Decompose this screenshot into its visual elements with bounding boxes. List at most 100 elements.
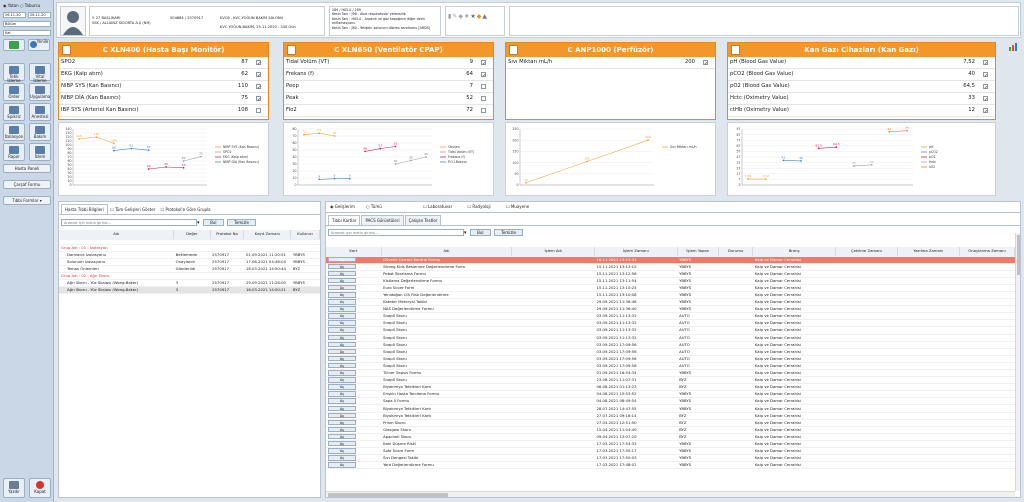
chevron-down-icon[interactable]: ▾ [197, 220, 200, 226]
right-search-button[interactable]: Bul [470, 229, 491, 236]
open-button[interactable]: Aç [328, 284, 356, 291]
chart-settings-icon[interactable] [1008, 42, 1020, 52]
date-to-input[interactable]: 26.11.20 [28, 12, 51, 18]
right-clear-button[interactable]: Temizle [494, 229, 523, 236]
sidebar-button-3[interactable]: Uygulama [29, 83, 51, 101]
open-button[interactable]: Aç [328, 270, 356, 277]
patient-panel-button[interactable]: Hasta Paneli [3, 164, 51, 173]
table-row[interactable]: Solunum İzolasyonu Onaylandı 2570917 17.06.… [59, 258, 320, 266]
table-row[interactable]: Aç Yara Değerlendirme Formu 17.03.2021 17:… [326, 461, 1015, 470]
measurement-checkbox[interactable] [256, 71, 261, 82]
left-search-input[interactable]: Aramak için metin giriniz... [61, 219, 197, 226]
table-row[interactable]: Aç Biyokimya Tetkikleri Kartı 27.07.2021 0… [326, 412, 1015, 420]
tab-patient-medical-info[interactable]: Hasta Tıbbi Bilgileri [61, 204, 108, 214]
sidebar-button-2[interactable]: Order [3, 83, 25, 101]
measurement-checkbox[interactable] [983, 107, 988, 118]
table-row[interactable]: Ağrı Skoru - Yüz Skalası (Wong-Baker) 3 25… [59, 279, 320, 288]
print-button[interactable]: Yazdır [3, 478, 25, 498]
open-button[interactable]: Aç [328, 455, 356, 461]
table-row[interactable]: Damlacık İzolasyonu Beklemede 2570917 01.09… [59, 251, 320, 259]
column-header[interactable]: İşlem Adı [511, 247, 595, 257]
open-button[interactable]: Aç [328, 462, 356, 468]
open-button[interactable]: Aç [328, 327, 356, 333]
sidebar-button-1[interactable]: Vital İzleme [29, 63, 51, 83]
measurement-checkbox[interactable] [481, 71, 486, 82]
measurement-checkbox[interactable] [256, 108, 261, 113]
measurement-checkbox[interactable] [481, 84, 486, 89]
table-row[interactable]: Aç ApacheII Skoru 09.04.2021 13:07:20 BYZ Ka… [326, 433, 1015, 441]
open-button[interactable]: Aç [328, 292, 356, 298]
measurement-checkbox[interactable] [256, 83, 261, 94]
radio-all[interactable]: ○ Tümü [366, 204, 382, 209]
refresh-button[interactable]: Yenile [28, 39, 50, 51]
left-clear-button[interactable]: Temizle [227, 219, 256, 226]
column-header[interactable]: Protokol No [210, 230, 245, 240]
chevron-down-icon[interactable]: ▾ [464, 230, 467, 236]
open-button[interactable]: Aç [328, 426, 356, 433]
measurement-checkbox[interactable] [256, 95, 261, 106]
table-row[interactable]: Aç SnapII Skoru 03.09.2021 11:13:32 AUTO Kal… [326, 319, 1015, 328]
back-button[interactable] [3, 39, 25, 51]
table-row[interactable]: Aç SnapII Skoru 03.09.2021 17:09:56 AUTO Kal… [326, 348, 1015, 356]
open-button[interactable]: Aç [328, 334, 356, 341]
column-header[interactable]: Kayıt Zamanı [243, 230, 292, 240]
measurement-checkbox[interactable] [256, 59, 261, 70]
open-button[interactable]: Aç [328, 377, 356, 383]
table-row[interactable]: Aç SnapII Skoru 03.09.2021 11:13:32 AUTO Kal… [326, 326, 1015, 335]
table-row[interactable]: Aç Prism Skoru 27.04.2021 12:51:50 BYZ Kalp … [326, 419, 1015, 427]
column-header[interactable]: Onaylanma Zamanı [959, 247, 1015, 257]
column-header[interactable]: Adı [381, 247, 513, 257]
table-row[interactable]: Aç Güvenli Cerrahi Kontrol Formu 16.11.202… [326, 256, 1015, 264]
measurement-checkbox[interactable] [983, 95, 988, 106]
measurement-checkbox[interactable] [983, 83, 988, 94]
open-button[interactable]: Aç [328, 256, 356, 263]
horizontal-scrollbar[interactable] [326, 491, 1015, 497]
open-button[interactable]: Aç [328, 412, 356, 419]
left-search-button[interactable]: Bul [203, 219, 224, 226]
sidebar-button-9[interactable]: İzlem [29, 143, 51, 161]
floor-input[interactable]: Kat [3, 30, 51, 36]
sidebar-button-6[interactable]: İzolasyon [3, 123, 25, 141]
column-header[interactable]: Adı [59, 230, 175, 240]
table-row[interactable]: Aç Kistlama Değerlendirme Formu 15.11.2021… [326, 277, 1015, 285]
exit-button[interactable]: Kapat [29, 478, 51, 498]
tab-0[interactable]: Tıbbi Kartlar [328, 215, 361, 225]
table-row[interactable]: Aç İtaki Düşme Riski 17.03.2021 17:54:33 YB… [326, 440, 1015, 449]
open-button[interactable]: Aç [328, 362, 356, 369]
table-row[interactable]: Aç Tiliner Sepsis Formu 01.09.2021 16:54:3… [326, 369, 1015, 378]
open-button[interactable]: Aç [328, 391, 356, 397]
table-row[interactable]: Aç Sofa Score Form 17.03.2021 17:50:17 YBBY… [326, 447, 1015, 456]
open-button[interactable]: Aç [328, 419, 356, 426]
open-button[interactable]: Aç [328, 370, 356, 376]
table-row[interactable]: Aç Euro Score Form 15.11.2021 13:10:25 YBBY… [326, 284, 1015, 292]
table-row[interactable]: Aç SnapII Skoru 03.09.2021 17:09:56 AUTO Kal… [326, 355, 1015, 363]
open-button[interactable]: Aç [328, 299, 356, 305]
table-row[interactable]: Aç Biyokimya Tetkikleri Kartı 28.07.2021 1… [326, 404, 1015, 413]
open-button[interactable]: Aç [328, 384, 356, 390]
open-button[interactable]: Aç [328, 320, 356, 326]
open-button[interactable]: Aç [328, 440, 356, 447]
open-button[interactable]: Aç [328, 277, 356, 284]
radio-discharged[interactable]: ○ Taburcu [20, 3, 40, 8]
open-button[interactable]: Aç [328, 398, 356, 404]
table-row[interactable]: Aç Kateter Meteryal Takibi 29.09.2021 11:3… [326, 298, 1015, 307]
examination-checkbox[interactable]: ☐ Muayene [506, 204, 529, 209]
measurement-checkbox[interactable] [703, 59, 708, 70]
open-button[interactable]: Aç [328, 306, 356, 312]
measurement-checkbox[interactable] [481, 59, 486, 70]
open-button[interactable]: Aç [328, 348, 356, 355]
show-all-visits-checkbox[interactable]: ☐ Tüm Gelişleri Göster [110, 207, 155, 212]
open-button[interactable]: Aç [328, 341, 356, 348]
column-header[interactable]: Kart [326, 247, 382, 257]
group-row[interactable]: Grup Adı : 02 - Ağrı Skoru [59, 272, 320, 280]
vertical-scrollbar[interactable] [1015, 233, 1020, 491]
measurement-checkbox[interactable] [481, 108, 486, 113]
table-row[interactable]: Aç SnapII Skoru 03.09.2021 17:09:56 AUTO Kal… [326, 341, 1015, 349]
column-header[interactable]: Değer [173, 230, 211, 240]
radio-my-visits[interactable]: ◉ Gelişlerim [330, 204, 355, 209]
sidebar-button-4[interactable]: Epikriz [3, 103, 25, 121]
laboratory-checkbox[interactable]: ☐ Laboratuvar [423, 204, 452, 209]
measurement-checkbox[interactable] [983, 59, 988, 70]
column-header[interactable]: Branş [752, 247, 836, 257]
table-row[interactable]: Aç SnapII Skoru 03.09.2021 11:13:32 AUTO Kal… [326, 334, 1015, 342]
